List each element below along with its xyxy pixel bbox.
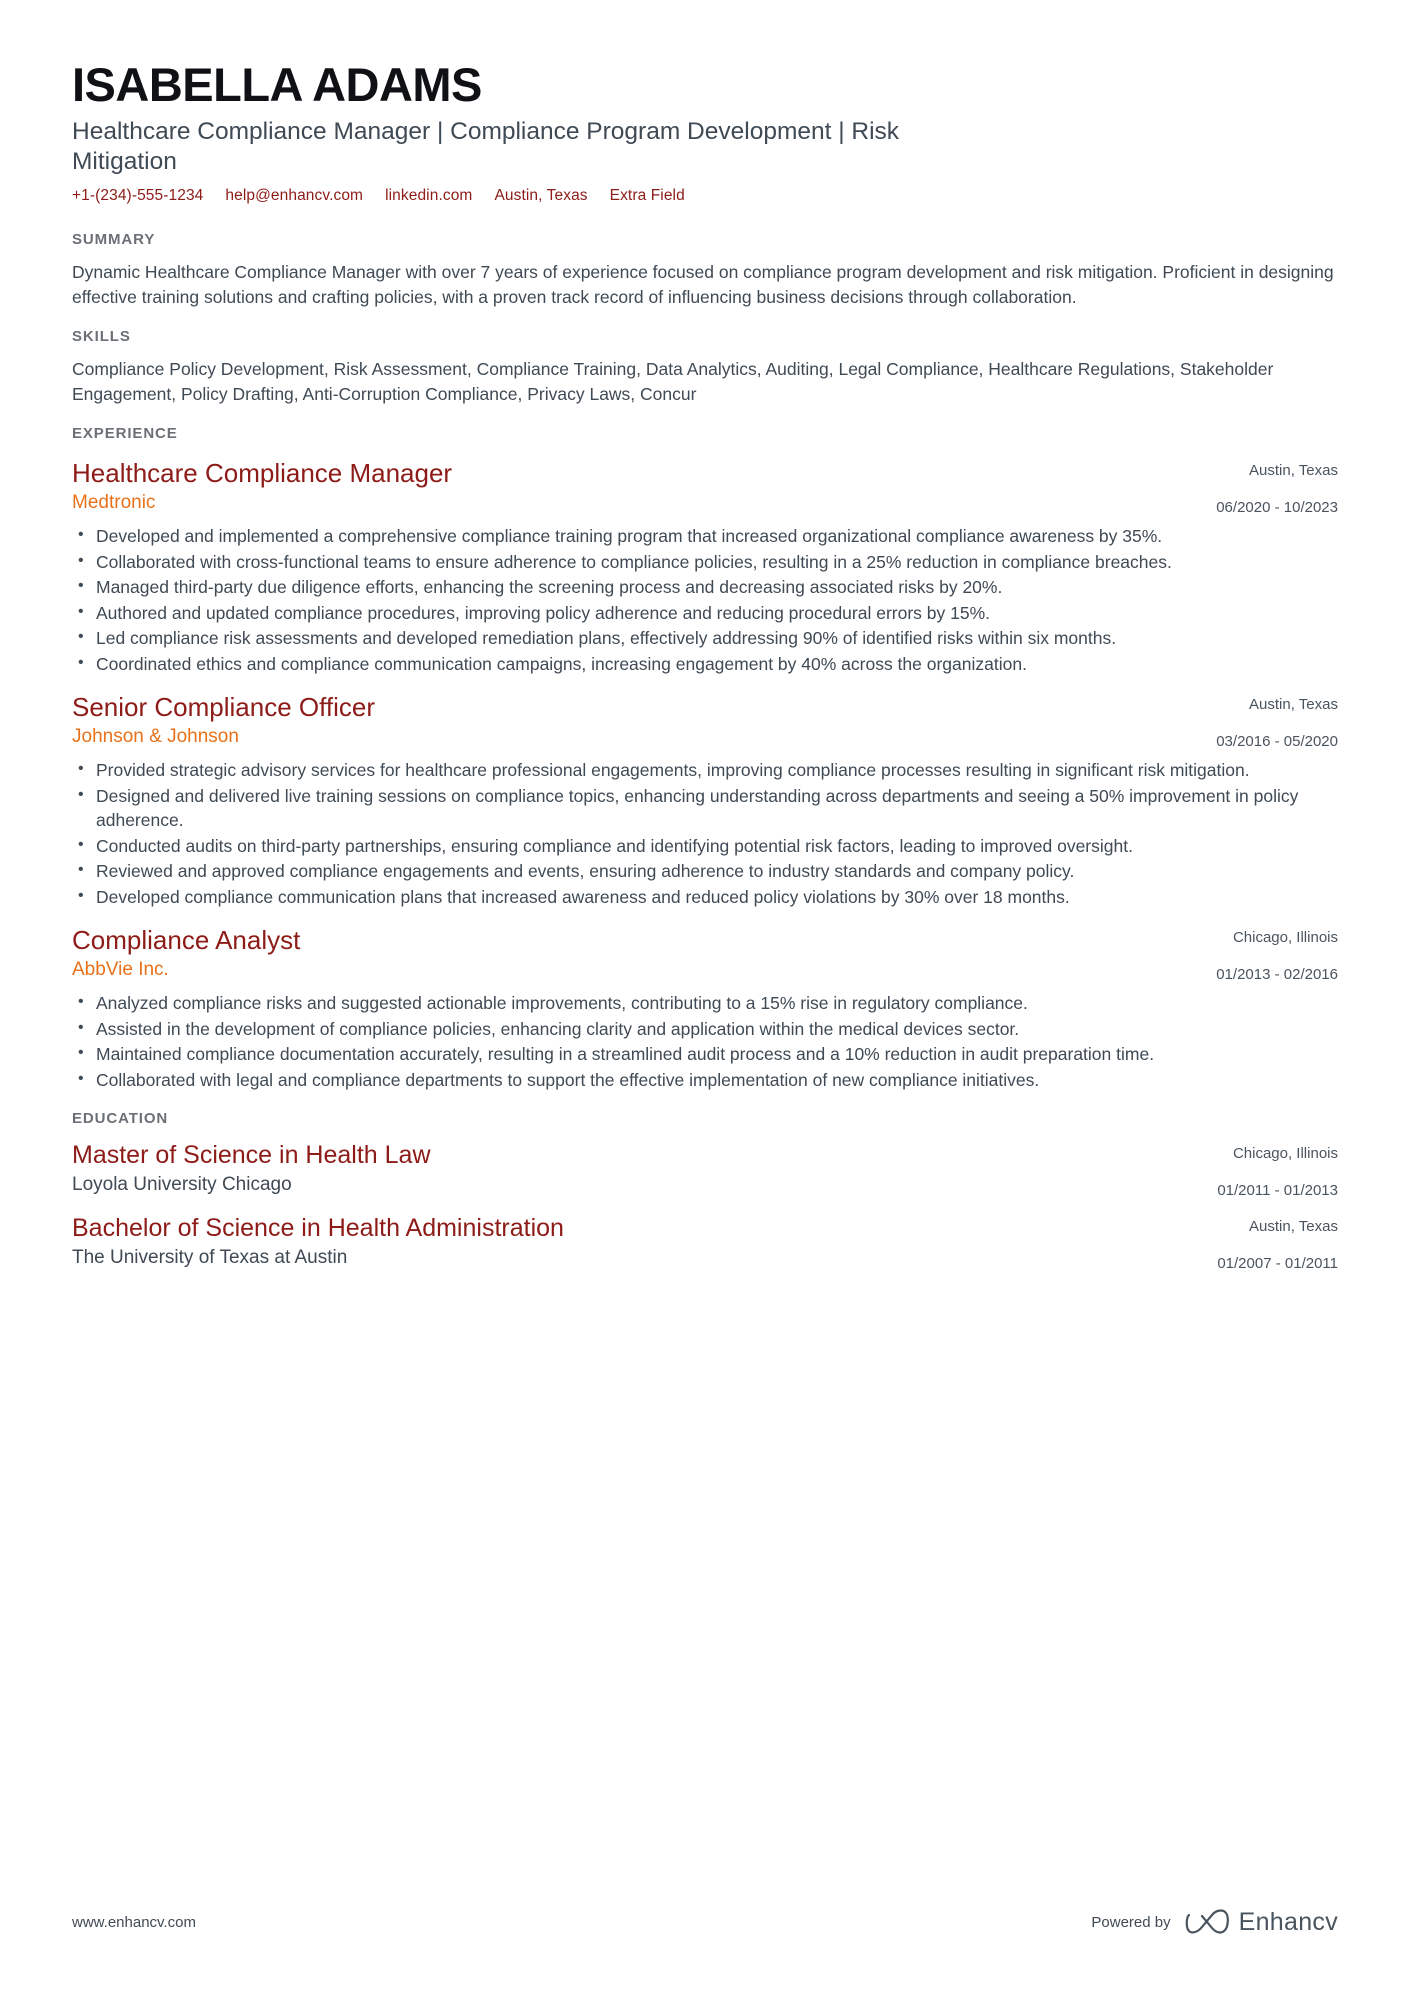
footer-website-url[interactable]: www.enhancv.com xyxy=(72,1914,196,1931)
experience-dates: 03/2016 - 05/2020 xyxy=(1216,733,1338,751)
experience-role: Compliance Analyst xyxy=(72,925,301,956)
resume-header: ISABELLA ADAMS Healthcare Compliance Man… xyxy=(72,58,1338,206)
education-entry: Bachelor of Science in Health Administra… xyxy=(72,1214,1338,1273)
education-entry: Master of Science in Health Law Loyola U… xyxy=(72,1141,1338,1200)
experience-entry: Senior Compliance Officer Johnson & John… xyxy=(72,692,1338,909)
experience-bullets: Developed and implemented a comprehensiv… xyxy=(72,523,1338,677)
experience-section-title: EXPERIENCE xyxy=(72,425,178,443)
experience-entry: Compliance Analyst AbbVie Inc. Chicago, … xyxy=(72,925,1338,1092)
education-location: Chicago, Illinois xyxy=(1232,1145,1338,1163)
experience-bullet: Led compliance risk assessments and deve… xyxy=(72,625,1338,651)
experience-bullet: Collaborated with cross-functional teams… xyxy=(72,549,1338,575)
skills-text: Compliance Policy Development, Risk Asse… xyxy=(72,359,1274,405)
experience-company: Medtronic xyxy=(72,491,156,513)
experience-bullet: Managed third-party due diligence effort… xyxy=(72,574,1338,600)
powered-by-label: Powered by xyxy=(1091,1914,1171,1931)
enhancv-wordmark: Enhancv xyxy=(1238,1908,1338,1936)
contact-location: Austin, Texas xyxy=(494,186,588,204)
education-location: Austin, Texas xyxy=(1249,1218,1338,1236)
experience-company: AbbVie Inc. xyxy=(72,958,169,980)
experience-entry: Healthcare Compliance Manager Medtronic … xyxy=(72,458,1338,676)
education-dates: 01/2007 - 01/2011 xyxy=(1217,1255,1338,1273)
education-degree: Master of Science in Health Law xyxy=(72,1141,431,1170)
experience-bullet: Designed and delivered live training ses… xyxy=(72,783,1338,833)
candidate-name: ISABELLA ADAMS xyxy=(72,58,482,111)
experience-bullets: Analyzed compliance risks and suggested … xyxy=(72,990,1338,1093)
experience-bullet: Developed compliance communication plans… xyxy=(72,884,1338,910)
experience-bullet: Authored and updated compliance procedur… xyxy=(72,600,1338,626)
resume-page: ISABELLA ADAMS Healthcare Compliance Man… xyxy=(0,0,1410,1995)
experience-bullet: Developed and implemented a comprehensiv… xyxy=(72,523,1338,549)
experience-role: Healthcare Compliance Manager xyxy=(72,458,453,489)
experience-location: Chicago, Illinois xyxy=(1232,929,1338,947)
page-footer: www.enhancv.com Powered by Enhancv xyxy=(72,1908,1338,1937)
contact-extra-field[interactable]: Extra Field xyxy=(610,187,685,206)
footer-brand: Powered by Enhancv xyxy=(1091,1908,1338,1937)
skills-section: SKILLS Compliance Policy Development, Ri… xyxy=(72,328,1338,407)
contact-email[interactable]: help@enhancv.com xyxy=(225,187,363,206)
experience-entry-meta: Chicago, Illinois 01/2013 - 02/2016 xyxy=(1138,925,1338,984)
contact-phone[interactable]: +1-(234)-555-1234 xyxy=(72,187,203,206)
education-section: EDUCATION Master of Science in Health La… xyxy=(72,1110,1338,1273)
enhancv-logo: Enhancv xyxy=(1185,1908,1338,1937)
experience-bullets: Provided strategic advisory services for… xyxy=(72,757,1338,910)
experience-entry-left: Senior Compliance Officer Johnson & John… xyxy=(72,692,1138,749)
experience-dates: 06/2020 - 10/2023 xyxy=(1216,499,1338,517)
experience-bullet: Coordinated ethics and compliance commun… xyxy=(72,651,1338,677)
experience-bullet: Reviewed and approved compliance engagem… xyxy=(72,858,1338,884)
experience-entry-meta: Austin, Texas 06/2020 - 10/2023 xyxy=(1138,458,1338,517)
experience-role: Senior Compliance Officer xyxy=(72,692,375,723)
experience-location: Austin, Texas xyxy=(1249,462,1338,480)
summary-text: Dynamic Healthcare Compliance Manager wi… xyxy=(72,262,1334,308)
education-degree: Bachelor of Science in Health Administra… xyxy=(72,1214,564,1243)
experience-section: EXPERIENCE Healthcare Compliance Manager… xyxy=(72,425,1338,1092)
experience-entry-meta: Austin, Texas 03/2016 - 05/2020 xyxy=(1138,692,1338,751)
education-school: The University of Texas at Austin xyxy=(72,1246,348,1268)
education-school: Loyola University Chicago xyxy=(72,1173,292,1195)
experience-bullet: Conducted audits on third-party partners… xyxy=(72,833,1338,859)
experience-bullet: Analyzed compliance risks and suggested … xyxy=(72,990,1338,1016)
contact-linkedin[interactable]: linkedin.com xyxy=(385,187,472,206)
education-entry-meta: Chicago, Illinois 01/2011 - 01/2013 xyxy=(1138,1141,1338,1200)
experience-dates: 01/2013 - 02/2016 xyxy=(1216,966,1338,984)
education-section-title: EDUCATION xyxy=(72,1110,169,1128)
summary-section-title: SUMMARY xyxy=(72,231,156,249)
summary-section: SUMMARY Dynamic Healthcare Compliance Ma… xyxy=(72,231,1338,310)
education-dates: 01/2011 - 01/2013 xyxy=(1217,1182,1338,1200)
experience-entry-left: Compliance Analyst AbbVie Inc. xyxy=(72,925,1138,982)
experience-bullet: Maintained compliance documentation accu… xyxy=(72,1041,1338,1067)
experience-entry-left: Healthcare Compliance Manager Medtronic xyxy=(72,458,1138,515)
education-entry-left: Master of Science in Health Law Loyola U… xyxy=(72,1141,1138,1197)
enhancv-mark-icon xyxy=(1185,1908,1229,1934)
experience-location: Austin, Texas xyxy=(1249,696,1338,714)
contact-row: +1-(234)-555-1234 help@enhancv.com linke… xyxy=(72,187,1338,206)
experience-bullet: Assisted in the development of complianc… xyxy=(72,1016,1338,1042)
skills-section-title: SKILLS xyxy=(72,328,131,346)
experience-bullet: Provided strategic advisory services for… xyxy=(72,757,1338,783)
education-entry-meta: Austin, Texas 01/2007 - 01/2011 xyxy=(1138,1214,1338,1273)
candidate-headline: Healthcare Compliance Manager | Complian… xyxy=(72,117,900,175)
experience-company: Johnson & Johnson xyxy=(72,725,239,747)
experience-bullet: Collaborated with legal and compliance d… xyxy=(72,1067,1338,1093)
education-entry-left: Bachelor of Science in Health Administra… xyxy=(72,1214,1138,1270)
